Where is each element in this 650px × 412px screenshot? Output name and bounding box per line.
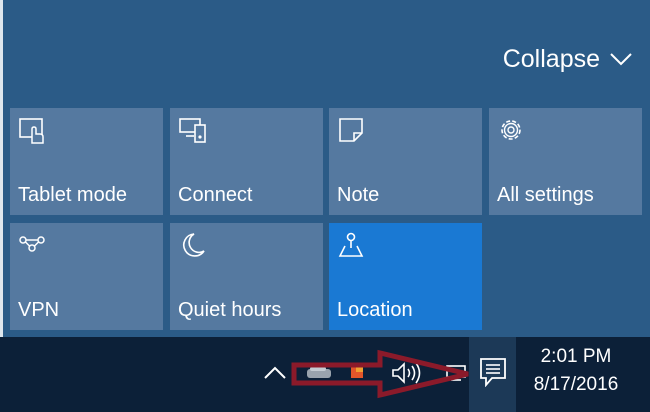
moon-icon: [183, 233, 205, 257]
tile-label: Quiet hours: [178, 299, 282, 321]
tile-label: VPN: [18, 299, 60, 321]
taskbar: 2:01 PM 8/17/2016: [0, 337, 650, 412]
tile-tablet-mode[interactable]: Tablet mode: [10, 108, 163, 215]
tile-note[interactable]: Note: [329, 108, 482, 215]
tablet-mode-icon: [19, 118, 44, 144]
connect-icon: [179, 118, 206, 143]
tile-label: Tablet mode: [18, 184, 127, 206]
tile-location[interactable]: Location: [329, 223, 482, 330]
action-center-panel: Collapse Tablet mode Connect Note All se…: [0, 0, 650, 337]
clock-date: 8/17/2016: [533, 374, 619, 395]
vpn-icon: [19, 236, 45, 252]
tile-all-settings[interactable]: All settings: [489, 108, 642, 215]
action-center-button[interactable]: [469, 337, 516, 412]
collapse-label: Collapse: [502, 44, 600, 73]
collapse-button[interactable]: Collapse: [503, 44, 632, 74]
tile-label: All settings: [497, 184, 594, 206]
tile-quiet-hours[interactable]: Quiet hours: [170, 223, 323, 330]
gear-icon: [501, 120, 521, 140]
chevron-down-icon: [610, 53, 632, 66]
tile-vpn[interactable]: VPN: [10, 223, 163, 330]
tile-label: Note: [337, 184, 380, 206]
panel-edge: [0, 0, 3, 337]
tile-label: Connect: [178, 184, 253, 206]
chevron-up-icon[interactable]: [262, 363, 288, 383]
volume-icon[interactable]: [390, 361, 424, 385]
location-icon: [338, 232, 364, 257]
tile-label: Location: [337, 299, 413, 321]
action-center-icon: [480, 358, 506, 387]
tile-connect[interactable]: Connect: [170, 108, 323, 215]
note-icon: [339, 118, 363, 142]
clock-time: 2:01 PM: [540, 346, 612, 367]
orange-tray-icon[interactable]: [350, 365, 364, 379]
gray-tray-icon[interactable]: [306, 367, 332, 379]
taskbar-clock[interactable]: 2:01 PM 8/17/2016: [520, 343, 632, 399]
network-icon[interactable]: [445, 363, 467, 383]
